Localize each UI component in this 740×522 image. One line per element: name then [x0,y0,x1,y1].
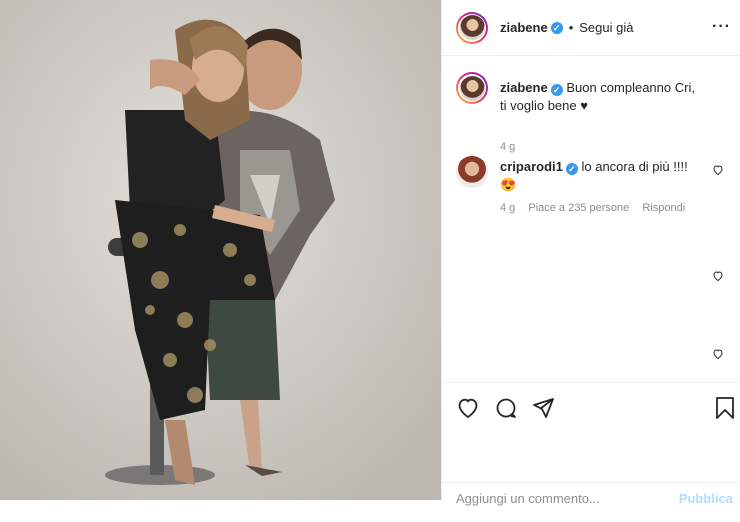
commenter-avatar[interactable] [456,156,488,188]
post-panel: ziabene ✓ • Segui già ··· ziabene ✓ Buon … [441,0,740,506]
caption-text-block: ziabene ✓ Buon compleanno Cri, ti voglio … [500,79,700,115]
comments-section: ziabene ✓ Buon compleanno Cri, ti voglio … [442,56,740,381]
action-bar [442,382,740,432]
comment-like-heart-icon[interactable] [712,164,724,179]
comment-row: criparodi1 ✓ lo ancora di più !!!! 😍 4 g … [456,156,726,214]
comment-reply[interactable]: Rispondi [642,202,685,214]
comment-time[interactable]: 4 g [500,202,515,214]
follow-status-button[interactable]: Segui già [579,20,633,35]
verified-badge-icon: ✓ [550,84,563,96]
verified-badge-icon: ✓ [550,21,563,34]
comment-like-heart-icon[interactable] [712,270,724,285]
share-icon[interactable] [531,396,555,425]
author-username[interactable]: ziabene [500,20,548,35]
add-comment-input[interactable]: Aggiungi un commento... [456,491,600,506]
post-photo[interactable] [0,0,441,500]
comment-like-heart-icon[interactable] [712,348,724,363]
comment-emoji: 😍 [500,177,517,192]
post-header: ziabene ✓ • Segui già ··· [442,0,740,56]
comment-text: lo ancora di più !!!! [581,159,688,174]
bookmark-icon[interactable] [714,396,736,425]
heart-icon[interactable] [456,396,480,425]
separator-dot: • [568,20,574,35]
comment-likes[interactable]: Piace a 235 persone [528,202,629,214]
publish-button[interactable]: Pubblica [679,491,733,506]
caption-row: ziabene ✓ Buon compleanno Cri, ti voglio … [456,72,726,153]
photo-image [0,0,441,500]
verified-badge-icon: ✓ [565,163,578,175]
comment-username[interactable]: criparodi1 [500,159,563,174]
avatar-image [459,75,485,101]
caption-avatar[interactable] [456,72,488,104]
caption-time[interactable]: 4 g [500,141,515,153]
author-avatar[interactable] [456,11,488,44]
comment-text-block: criparodi1 ✓ lo ancora di più !!!! 😍 [500,158,700,194]
add-comment-bar: Aggiungi un commento... Pubblica [442,482,740,522]
caption-username[interactable]: ziabene [500,80,548,95]
comment-meta: 4 g Piace a 235 persone Rispondi [500,202,685,214]
more-dots-icon[interactable]: ··· [712,18,731,36]
comment-icon[interactable] [494,396,518,425]
avatar-image [459,15,485,40]
